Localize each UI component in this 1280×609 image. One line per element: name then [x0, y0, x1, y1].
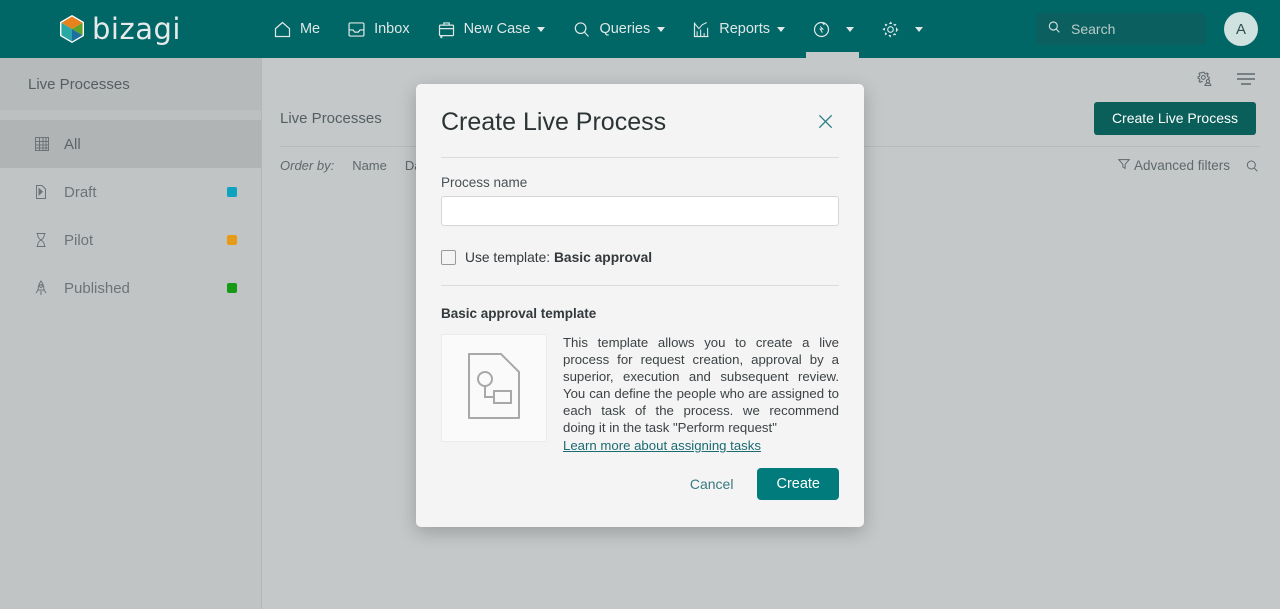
dialog-header: Create Live Process: [441, 84, 839, 140]
use-template-label: Use template: Basic approval: [465, 250, 652, 265]
use-template-name: Basic approval: [553, 250, 653, 265]
nav-item-live-processes[interactable]: [798, 0, 867, 58]
process-document-icon: [463, 351, 525, 426]
home-icon: [272, 19, 293, 40]
search-icon: [571, 19, 592, 40]
gear-icon: [880, 19, 901, 40]
sidebar-spacer: [0, 110, 261, 120]
status-dot-all: [227, 139, 237, 149]
process-name-label: Process name: [441, 175, 528, 190]
nav-right-group: Search A: [1036, 12, 1258, 46]
sidebar-item-pilot-label: Pilot: [64, 231, 94, 249]
hourglass-icon: [34, 232, 56, 248]
nav-item-reports[interactable]: Reports: [678, 0, 798, 58]
brand-name: bizagi: [92, 12, 181, 46]
chart-icon: [691, 19, 712, 40]
live-processes-icon: [811, 19, 832, 40]
avatar-initial: A: [1235, 20, 1246, 38]
nav-item-me[interactable]: Me: [259, 0, 333, 58]
nav-item-reports-label: Reports: [719, 21, 771, 37]
use-template-checkbox[interactable]: [441, 250, 456, 265]
template-text-block: This template allows you to create a liv…: [563, 334, 839, 455]
chevron-down-icon: [915, 26, 924, 32]
sidebar-item-all-label: All: [64, 135, 81, 153]
sidebar-item-draft-label: Draft: [64, 183, 97, 201]
draft-page-icon: [34, 184, 56, 200]
order-bar-right: Advanced filters: [1117, 157, 1260, 174]
sidebar-title: Live Processes: [0, 58, 261, 110]
nav-item-new-case[interactable]: New Case: [423, 0, 559, 58]
order-by-name[interactable]: Name: [352, 158, 387, 173]
cancel-button[interactable]: Cancel: [676, 468, 748, 500]
nav-item-inbox-label: Inbox: [374, 21, 410, 37]
sidebar-item-published[interactable]: Published: [0, 264, 261, 312]
bizagi-cube-icon: [60, 15, 84, 43]
admin-gear-user-icon[interactable]: [1195, 70, 1214, 89]
dialog-title-divider: [441, 157, 839, 158]
dialog-template-divider: [441, 285, 839, 286]
use-template-row: Use template: Basic approval: [441, 250, 839, 265]
sidebar-item-pilot[interactable]: Pilot: [0, 216, 261, 264]
chevron-down-icon: [537, 26, 546, 32]
nav-item-queries[interactable]: Queries: [558, 0, 678, 58]
chevron-down-icon: [777, 26, 786, 32]
nav-item-new-case-label: New Case: [463, 21, 531, 37]
sidebar-item-draft[interactable]: Draft: [0, 168, 261, 216]
sidebar-item-published-label: Published: [64, 279, 130, 297]
chevron-down-icon: [657, 26, 666, 32]
inbox-icon: [346, 19, 367, 40]
sidebar: Live Processes All Draft Pilot Published: [0, 58, 262, 609]
chevron-down-icon: [846, 26, 855, 32]
status-dot-published: [227, 283, 237, 293]
create-button[interactable]: Create: [757, 467, 839, 500]
main-toolbar: [262, 58, 1280, 86]
sidebar-item-all[interactable]: All: [0, 120, 261, 168]
nav-item-me-label: Me: [299, 21, 321, 37]
global-search-input[interactable]: Search: [1036, 13, 1206, 45]
avatar[interactable]: A: [1224, 12, 1258, 46]
nav-items: Me Inbox New Case Queries Reports: [259, 0, 936, 58]
close-icon[interactable]: [812, 108, 839, 140]
global-search-placeholder: Search: [1071, 21, 1116, 37]
template-section-title: Basic approval template: [441, 306, 597, 321]
filter-funnel-icon: [1117, 157, 1131, 174]
nav-item-queries-label: Queries: [599, 21, 651, 37]
top-navigation-bar: bizagi Me Inbox New Case Queries Reports…: [0, 0, 1280, 58]
status-dot-draft: [227, 187, 237, 197]
dialog-title: Create Live Process: [441, 108, 667, 136]
app-root: bizagi Me Inbox New Case Queries Reports…: [0, 0, 1280, 609]
search-icon[interactable]: [1244, 158, 1260, 174]
briefcase-plus-icon: [436, 19, 457, 40]
template-body: This template allows you to create a liv…: [441, 334, 839, 455]
status-dot-pilot: [227, 235, 237, 245]
grid-icon: [34, 136, 56, 152]
dialog-actions: Cancel Create: [676, 440, 839, 527]
advanced-filters-button[interactable]: Advanced filters: [1117, 157, 1230, 174]
create-live-process-dialog: Create Live Process Process name Use tem…: [416, 84, 864, 527]
hamburger-menu-icon[interactable]: [1236, 71, 1256, 87]
nav-item-settings[interactable]: [867, 0, 936, 58]
page-title: Live Processes: [280, 109, 382, 127]
order-by-label: Order by:: [280, 158, 335, 173]
nav-item-inbox[interactable]: Inbox: [333, 0, 422, 58]
create-live-process-button[interactable]: Create Live Process: [1093, 101, 1256, 135]
process-name-input[interactable]: [441, 196, 839, 226]
brand-logo[interactable]: bizagi: [58, 12, 181, 46]
template-description: This template allows you to create a liv…: [563, 335, 839, 435]
advanced-filters-label: Advanced filters: [1133, 158, 1230, 173]
rocket-icon: [34, 279, 56, 297]
template-thumbnail: [441, 334, 547, 442]
use-template-prefix: Use template:: [465, 250, 554, 265]
search-icon: [1046, 19, 1062, 40]
